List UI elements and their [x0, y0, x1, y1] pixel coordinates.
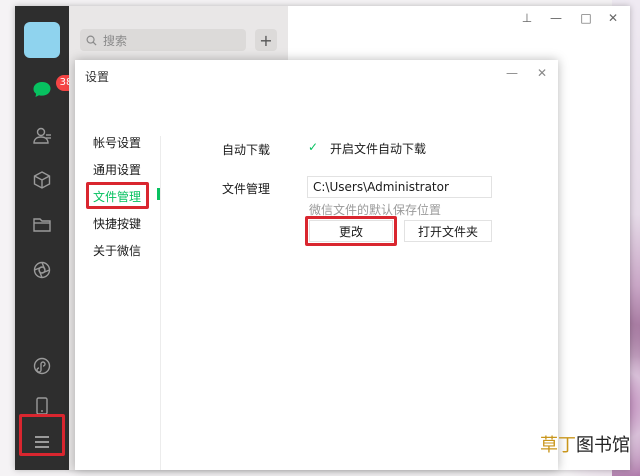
sidebar-item-account[interactable]: 帐号设置 [93, 134, 141, 151]
sidebar-item-about[interactable]: 关于微信 [93, 242, 141, 259]
sidebar-item-shortcuts[interactable]: 快捷按键 [93, 215, 141, 232]
sidebar-divider [160, 136, 161, 470]
maximize-button[interactable]: □ [576, 8, 596, 28]
chat-icon[interactable] [30, 78, 54, 102]
open-folder-button[interactable]: 打开文件夹 [404, 220, 492, 242]
miniprogram-icon[interactable] [30, 354, 54, 378]
add-chat-button[interactable]: + [255, 29, 277, 51]
watermark-rest: 图书馆 [576, 435, 630, 456]
change-button-highlight-box [305, 216, 397, 246]
dialog-close-button[interactable]: ✕ [533, 64, 551, 82]
auto-download-checkbox-label[interactable]: 开启文件自动下载 [330, 140, 426, 157]
file-management-label: 文件管理 [222, 182, 271, 196]
sidebar-item-general[interactable]: 通用设置 [93, 161, 141, 178]
avatar[interactable] [24, 22, 60, 58]
contacts-icon[interactable] [30, 124, 54, 148]
search-input[interactable]: 搜索 [80, 29, 246, 51]
active-tab-marker [157, 188, 160, 200]
minimize-button[interactable]: — [546, 8, 566, 28]
close-button[interactable]: ✕ [603, 8, 623, 28]
save-path-field[interactable] [307, 176, 492, 198]
file-management-highlight-box [86, 182, 149, 209]
menu-highlight-box [19, 414, 65, 456]
favorites-icon[interactable] [30, 168, 54, 192]
auto-download-checkbox[interactable]: ✓ [308, 140, 322, 154]
watermark: 草丁图书馆 [540, 431, 630, 457]
settings-dialog [75, 60, 558, 470]
auto-download-label: 自动下载 [222, 143, 271, 157]
left-nav-bar: 38 [15, 6, 76, 470]
files-icon[interactable] [30, 213, 54, 237]
dialog-minimize-button[interactable]: — [503, 64, 521, 82]
search-icon [86, 35, 97, 46]
watermark-accent: 草丁 [540, 435, 576, 456]
dialog-title: 设置 [85, 70, 110, 84]
pin-icon[interactable]: ⊥ [517, 8, 537, 28]
search-placeholder: 搜索 [103, 33, 128, 48]
moments-icon[interactable] [30, 258, 54, 282]
